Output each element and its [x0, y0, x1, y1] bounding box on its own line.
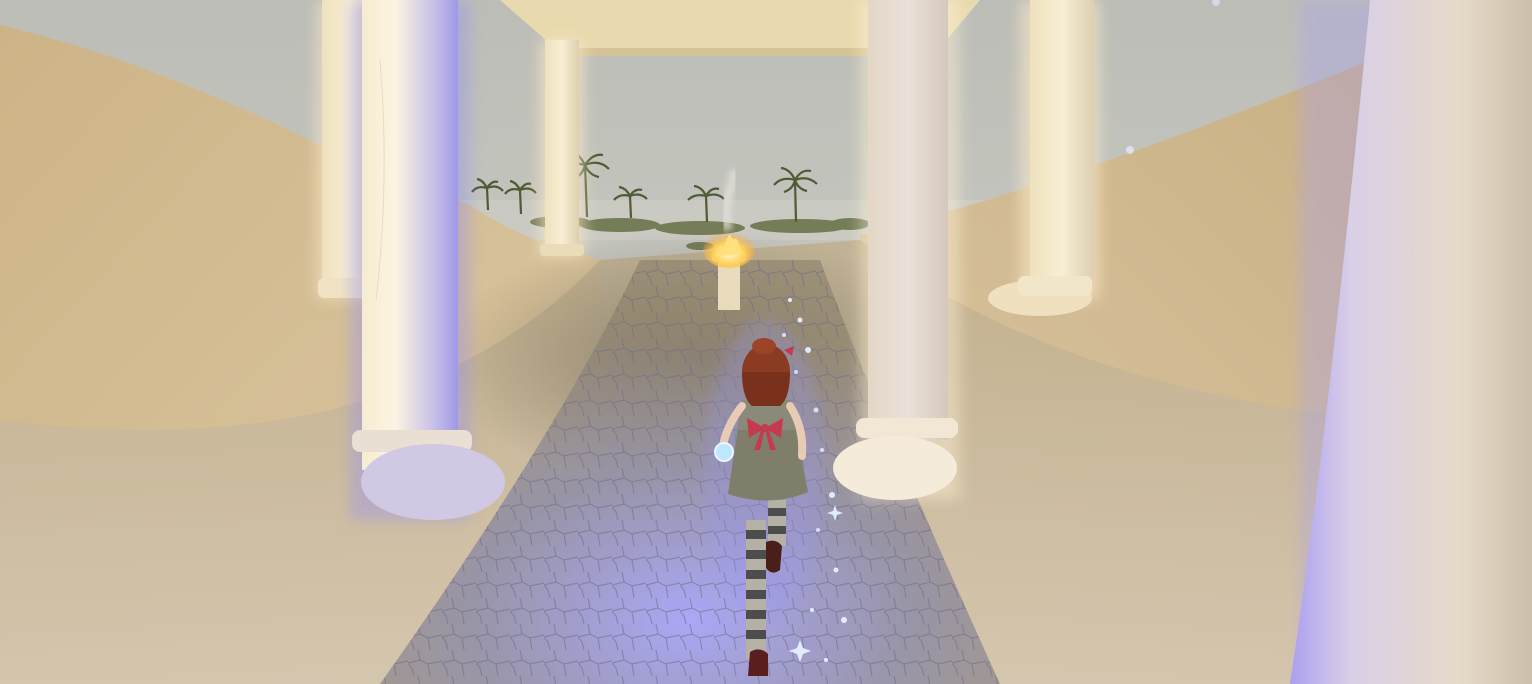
column-foreground-right	[1290, 0, 1532, 684]
scene-canvas	[0, 0, 1532, 684]
shoe-right	[766, 540, 782, 573]
magic-orb	[714, 442, 734, 462]
game-viewport[interactable]	[0, 0, 1532, 684]
column-back-left	[540, 40, 584, 256]
shoe-left	[748, 649, 768, 676]
striped-stocking-left	[746, 520, 766, 660]
striped-stocking-right	[768, 500, 786, 546]
hair-bun	[752, 338, 776, 354]
